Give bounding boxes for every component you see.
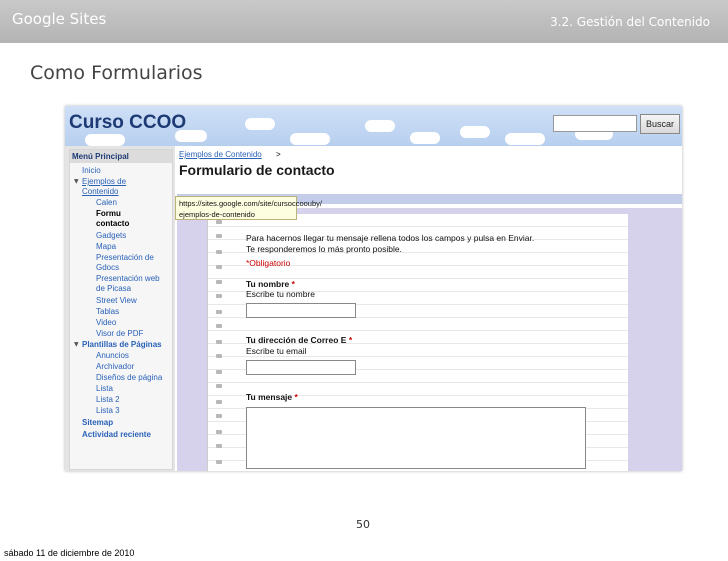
message-textarea[interactable] (246, 407, 586, 469)
required-mark: * (294, 392, 298, 402)
hole-mark (216, 340, 222, 344)
sidebar-item-street-view[interactable]: Street View (96, 296, 137, 306)
sidebar-item-tablas[interactable]: Tablas (96, 307, 119, 317)
sidebar-item-actividad[interactable]: Actividad reciente (82, 430, 151, 440)
hole-mark (216, 430, 222, 434)
cloud-decoration (290, 133, 330, 145)
footer-date: sábado 11 de diciembre de 2010 (4, 548, 135, 558)
sidebar-item-calendario[interactable]: Calen (96, 198, 117, 208)
slide-header-left: Google Sites (12, 10, 107, 28)
cloud-decoration (460, 126, 490, 138)
breadcrumb-separator: > (276, 150, 281, 159)
cloud-decoration (410, 132, 440, 144)
hole-mark (216, 280, 222, 284)
sidebar-item-contacto[interactable]: contacto (96, 219, 129, 229)
hole-mark (216, 414, 222, 418)
sites-screenshot: Curso CCOO Buscar Menú Principal Inicio … (65, 106, 682, 471)
hole-mark (216, 370, 222, 374)
sidebar-item-video[interactable]: Video (96, 318, 116, 328)
sidebar-item-ejemplos[interactable]: Ejemplos de (82, 177, 126, 187)
form-intro-line2: Te responderemos lo más pronto posible. (246, 244, 402, 254)
hole-mark (216, 220, 222, 224)
field-label-email: Tu dirección de Correo E * (246, 335, 352, 346)
form-area: Para hacernos llegar tu mensaje rellena … (177, 208, 682, 471)
field-help-name: Escribe tu nombre (246, 289, 315, 299)
sidebar-item-visor-pdf[interactable]: Visor de PDF (96, 329, 143, 339)
required-mark: * (291, 279, 295, 289)
page-title: Formulario de contacto (179, 162, 335, 178)
field-label-name-text: Tu nombre (246, 279, 290, 289)
sidebar-item-formulario[interactable]: Formu (96, 209, 121, 219)
nav-header: Menú Principal (70, 150, 172, 163)
sidebar: Menú Principal Inicio ▼ Ejemplos de Cont… (65, 146, 175, 471)
breadcrumb-link[interactable]: Ejemplos de Contenido (179, 150, 262, 159)
hole-mark (216, 294, 222, 298)
site-title[interactable]: Curso CCOO (69, 112, 186, 134)
main-content: Ejemplos de Contenido > Formulario de co… (175, 146, 682, 471)
page-number: 50 (356, 518, 370, 531)
slide-header-right: 3.2. Gestión del Contenido (550, 15, 710, 29)
sidebar-item-contenido[interactable]: Contenido (82, 187, 118, 197)
form-paper: Para hacernos llegar tu mensaje rellena … (207, 214, 628, 471)
hole-mark (216, 354, 222, 358)
slide-title: Como Formularios (30, 62, 203, 84)
sidebar-item-lista-2[interactable]: Lista 2 (96, 395, 120, 405)
cloud-decoration (365, 120, 395, 132)
field-label-email-text: Tu dirección de Correo E (246, 335, 347, 345)
cloud-decoration (85, 134, 125, 146)
hole-mark (216, 310, 222, 314)
field-help-email: Escribe tu email (246, 346, 307, 356)
sidebar-item-archivador[interactable]: Archivador (96, 362, 134, 372)
sidebar-item-lista-3[interactable]: Lista 3 (96, 406, 120, 416)
hole-mark (216, 265, 222, 269)
hole-mark (216, 400, 222, 404)
search-button[interactable]: Buscar (640, 114, 680, 134)
expand-arrow-icon[interactable]: ▼ (74, 341, 79, 348)
hole-mark (216, 250, 222, 254)
sidebar-item-picasa[interactable]: de Picasa (96, 284, 131, 294)
hole-mark (216, 460, 222, 464)
required-note: *Obligatorio (246, 258, 291, 268)
sidebar-item-inicio[interactable]: Inicio (82, 166, 101, 176)
url-tooltip: https://sites.google.com/site/cursoccoou… (175, 196, 322, 220)
hole-mark (216, 444, 222, 448)
form-intro-line1: Para hacernos llegar tu mensaje rellena … (246, 233, 535, 243)
sidebar-item-lista[interactable]: Lista (96, 384, 113, 394)
slide-header-bar: Google Sites 3.2. Gestión del Contenido (0, 0, 728, 43)
field-label-message: Tu mensaje * (246, 392, 298, 403)
sidebar-item-sitemap[interactable]: Sitemap (82, 418, 113, 428)
sidebar-item-presentacion-gdocs[interactable]: Presentación de (96, 253, 154, 263)
tooltip-line1: https://sites.google.com/site/cursoccoou… (179, 199, 322, 208)
sidebar-item-disenos[interactable]: Diseños de página (96, 373, 162, 383)
tooltip-line2: ejemplos-de-contenido (179, 210, 255, 219)
nav-panel: Menú Principal Inicio ▼ Ejemplos de Cont… (69, 149, 173, 470)
site-search-input[interactable] (553, 115, 637, 132)
sidebar-item-presentacion-web[interactable]: Presentación web (96, 274, 160, 284)
hole-mark (216, 234, 222, 238)
required-mark: * (348, 335, 353, 345)
cloud-decoration (245, 118, 275, 130)
sidebar-item-plantillas[interactable]: Plantillas de Páginas (82, 340, 162, 350)
hole-mark (216, 384, 222, 388)
site-header: Curso CCOO Buscar (65, 106, 682, 146)
hole-mark (216, 324, 222, 328)
sidebar-item-mapa[interactable]: Mapa (96, 242, 116, 252)
sidebar-item-gdocs[interactable]: Gdocs (96, 263, 119, 273)
name-input[interactable] (246, 303, 356, 318)
field-label-message-text: Tu mensaje (246, 392, 293, 402)
sidebar-item-gadgets[interactable]: Gadgets (96, 231, 126, 241)
sidebar-item-anuncios[interactable]: Anuncios (96, 351, 129, 361)
email-input[interactable] (246, 360, 356, 375)
cloud-decoration (505, 133, 545, 145)
expand-arrow-icon[interactable]: ▼ (74, 178, 79, 185)
notebook-holes (216, 214, 224, 471)
